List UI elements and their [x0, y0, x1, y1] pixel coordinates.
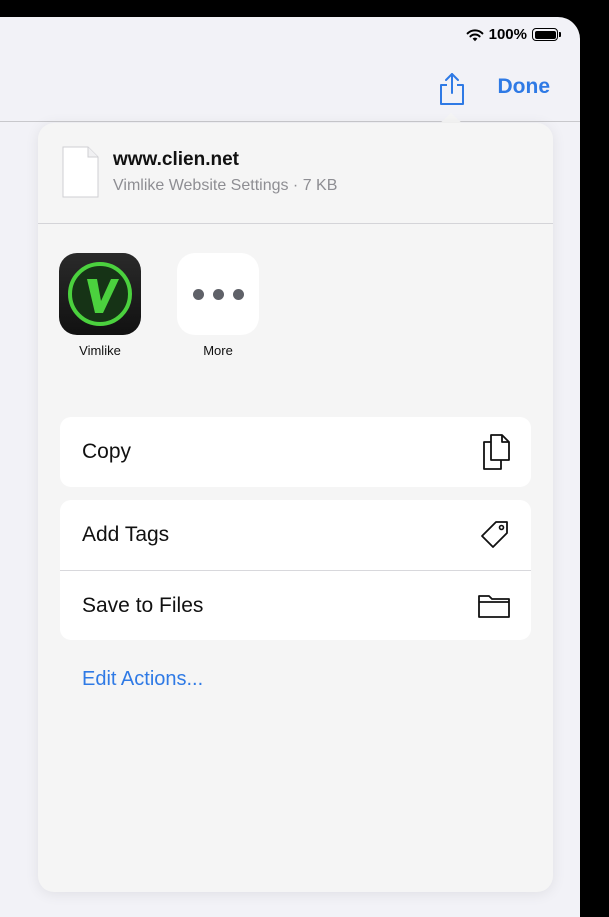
- document-icon: [62, 146, 99, 198]
- save-to-files-label: Save to Files: [82, 593, 204, 617]
- copy-label: Copy: [82, 440, 132, 463]
- tag-icon: [481, 521, 508, 548]
- edit-actions-link[interactable]: Edit Actions...: [82, 668, 203, 691]
- file-header: www.clien.net Vimlike Website Settings ·…: [38, 123, 553, 224]
- file-subtitle: Vimlike Website Settings · 7 KB: [113, 177, 338, 194]
- add-tags-label: Add Tags: [82, 523, 170, 546]
- file-name: www.clien.net: [113, 149, 239, 170]
- screen: 100% Done www.clien.net Vimlike Website …: [0, 17, 580, 917]
- battery-percent: 100%: [488, 26, 527, 43]
- navigation-bar: Done: [0, 67, 580, 122]
- folder-icon: [478, 594, 510, 618]
- copy-icon: [483, 434, 510, 470]
- save-to-files-action[interactable]: Save to Files: [60, 570, 531, 640]
- done-button[interactable]: Done: [498, 75, 551, 99]
- add-tags-action[interactable]: Add Tags: [60, 500, 531, 570]
- action-group-copy: Copy: [60, 417, 531, 487]
- more-dots-icon: [177, 253, 259, 335]
- copy-action[interactable]: Copy: [60, 417, 531, 487]
- action-group-files: Add Tags Save to Files: [60, 500, 531, 640]
- app-vimlike[interactable]: Vimlike: [59, 253, 141, 358]
- wifi-icon: [466, 28, 484, 41]
- status-bar: 100%: [466, 26, 561, 43]
- share-sheet: www.clien.net Vimlike Website Settings ·…: [38, 123, 553, 892]
- app-more[interactable]: More: [177, 253, 259, 358]
- app-label: More: [203, 343, 233, 358]
- vimlike-app-icon: [59, 253, 141, 335]
- share-icon[interactable]: [436, 71, 468, 107]
- app-label: Vimlike: [79, 343, 121, 358]
- battery-icon: [532, 28, 561, 41]
